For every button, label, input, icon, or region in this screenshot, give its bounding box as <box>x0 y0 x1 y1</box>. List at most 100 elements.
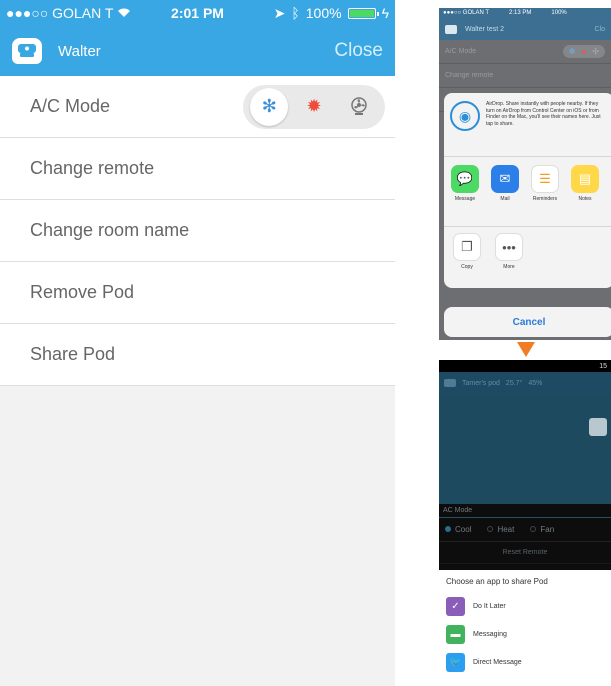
android-status-bar: 15 <box>439 360 611 372</box>
wifi-icon <box>117 5 131 21</box>
main-phone-screen: ●●●○○ GOLAN T 2:01 PM ➤ ᛒ 100% ϟ Walter … <box>0 0 395 686</box>
android-pod-panel <box>439 394 611 504</box>
radio-off-icon <box>530 526 537 532</box>
cool-mode-button[interactable]: ✻ <box>250 87 289 126</box>
app-label: Message <box>454 196 476 202</box>
message-icon: 💬 <box>451 165 479 193</box>
android-mode-cool[interactable]: Cool <box>445 525 471 534</box>
mode-label: Fan <box>540 525 555 534</box>
pod-name-title: Walter <box>58 42 101 60</box>
mode-label: Cool <box>455 525 472 534</box>
radio-off-icon <box>487 526 494 532</box>
app-label: Notes <box>578 196 592 202</box>
android-mode-heat[interactable]: Heat <box>487 525 514 534</box>
ios-ac-mode-row: A/C Mode ✻ ● ✣ <box>439 40 611 64</box>
app-chooser: Choose an app to share Pod ✓ Do It Later… <box>439 570 611 686</box>
heat-mode-button[interactable]: ✹ <box>295 88 333 126</box>
canvas: ●●●○○ GOLAN T 2:01 PM ➤ ᛒ 100% ϟ Walter … <box>0 0 611 686</box>
fan-icon <box>350 96 367 115</box>
radio-on-icon <box>445 526 451 532</box>
bluetooth-icon: ᛒ <box>291 5 300 21</box>
ios-change-remote-row[interactable]: Change remote <box>439 64 611 88</box>
ios-battery: 100% <box>551 10 567 16</box>
share-apps-row: 💬 Message ✉ Mail ☰ Reminders ▤ Notes <box>444 157 611 227</box>
ios-nav-bar: Walter test 2 Clo <box>439 18 611 40</box>
mode-selector: ✻ ✹ <box>243 84 385 129</box>
ios-time: 2:13 PM <box>509 10 532 16</box>
android-mode-header: AC Mode <box>439 504 611 518</box>
android-temp: 25.7° <box>505 379 523 387</box>
carrier-label: ●●●○○ GOLAN T <box>6 5 114 21</box>
android-pod-icon <box>444 379 456 387</box>
snowflake-icon: ✻ <box>261 96 277 116</box>
ios-nav-title: Walter test 2 <box>465 25 505 33</box>
location-icon: ➤ <box>273 4 286 21</box>
close-button[interactable]: Close <box>334 40 383 62</box>
change-room-name-item[interactable]: Change room name <box>0 200 395 262</box>
app-label: Reminders <box>532 196 558 202</box>
battery-fill <box>349 9 374 17</box>
ac-mode-row: A/C Mode ✻ ✹ <box>0 76 395 138</box>
android-nav-bar: Tamer's pod 25.7° 45% <box>439 372 611 394</box>
ios-carrier: ●●●○○ GOLAN T <box>443 10 490 16</box>
twitter-bird-icon: 🐦 <box>446 652 465 672</box>
chooser-title: Choose an app to share Pod <box>446 576 548 586</box>
ios-ac-mode-label: A/C Mode <box>445 48 477 55</box>
chooser-item-label: Do It Later <box>473 602 506 610</box>
ios-pod-icon <box>445 24 457 34</box>
chooser-item-direct-message[interactable]: 🐦 Direct Message <box>439 648 611 676</box>
sun-icon: ✹ <box>306 96 322 116</box>
mail-icon: ✉ <box>491 165 519 193</box>
chooser-item-label: Messaging <box>473 630 507 638</box>
pod-avatar-icon <box>12 38 42 64</box>
action-label: More <box>503 264 515 270</box>
share-app-reminders[interactable]: ☰ Reminders <box>530 165 560 218</box>
ios-status-bar: ●●●○○ GOLAN T 2:13 PM 100% <box>439 8 611 18</box>
app-label: Mail <box>500 196 510 202</box>
status-right: ➤ ᛒ 100% ϟ <box>274 5 389 22</box>
share-actions-row: ❐ Copy ••• More <box>444 227 611 276</box>
android-mode-options: Cool Heat Fan <box>439 518 611 542</box>
mode-label: Heat <box>497 525 515 534</box>
ios-mode-selector[interactable]: ✻ ● ✣ <box>562 45 605 58</box>
android-reset-remote[interactable]: Reset Remote <box>439 542 611 564</box>
copy-icon: ❐ <box>453 233 481 261</box>
android-status-time: 15 <box>599 362 607 370</box>
status-bar: ●●●○○ GOLAN T 2:01 PM ➤ ᛒ 100% ϟ <box>0 0 395 26</box>
check-icon: ✓ <box>446 596 465 616</box>
android-share-screenshot: 15 Tamer's pod 25.7° 45% AC Mode Cool He… <box>439 360 611 686</box>
more-action[interactable]: ••• More <box>494 233 524 270</box>
change-remote-item[interactable]: Change remote <box>0 138 395 200</box>
remove-pod-item[interactable]: Remove Pod <box>0 262 395 324</box>
airdrop-text: AirDrop. Share instantly with people nea… <box>486 101 601 127</box>
airdrop-icon[interactable]: ◉ <box>450 101 480 131</box>
sun-icon: ● <box>581 47 587 56</box>
share-app-message[interactable]: 💬 Message <box>450 165 480 218</box>
action-label: Copy <box>461 264 473 270</box>
share-app-mail[interactable]: ✉ Mail <box>490 165 520 218</box>
ios-share-screenshot: ●●●○○ GOLAN T 2:13 PM 100% Walter test 2… <box>439 8 611 340</box>
copy-action[interactable]: ❐ Copy <box>452 233 482 270</box>
cancel-button[interactable]: Cancel <box>444 307 611 337</box>
fan-mode-button[interactable] <box>340 88 378 126</box>
share-sheet: ◉ AirDrop. Share instantly with people n… <box>444 93 611 288</box>
nav-bar: Walter Close <box>0 26 395 76</box>
notes-icon: ▤ <box>571 165 599 193</box>
settings-menu: A/C Mode ✻ ✹ Change remote Change room n… <box>0 76 395 386</box>
chooser-item-do-it-later[interactable]: ✓ Do It Later <box>439 592 611 620</box>
mode-knob-icon <box>589 418 607 436</box>
chooser-item-messaging[interactable]: ▬ Messaging <box>439 620 611 648</box>
battery-percent: 100% <box>305 5 342 21</box>
more-icon: ••• <box>495 233 523 261</box>
android-mode-fan[interactable]: Fan <box>530 525 554 534</box>
android-humidity: 45% <box>528 379 543 387</box>
battery-icon <box>347 7 379 19</box>
chooser-item-label: Direct Message <box>473 658 522 666</box>
share-pod-item[interactable]: Share Pod <box>0 324 395 386</box>
ac-mode-label: A/C Mode <box>30 96 111 116</box>
airdrop-section: ◉ AirDrop. Share instantly with people n… <box>444 93 611 157</box>
ios-close-button[interactable]: Clo <box>594 26 605 33</box>
android-nav-title: Tamer's pod <box>462 379 500 387</box>
share-app-notes[interactable]: ▤ Notes <box>570 165 600 218</box>
status-left: ●●●○○ GOLAN T <box>6 5 131 21</box>
